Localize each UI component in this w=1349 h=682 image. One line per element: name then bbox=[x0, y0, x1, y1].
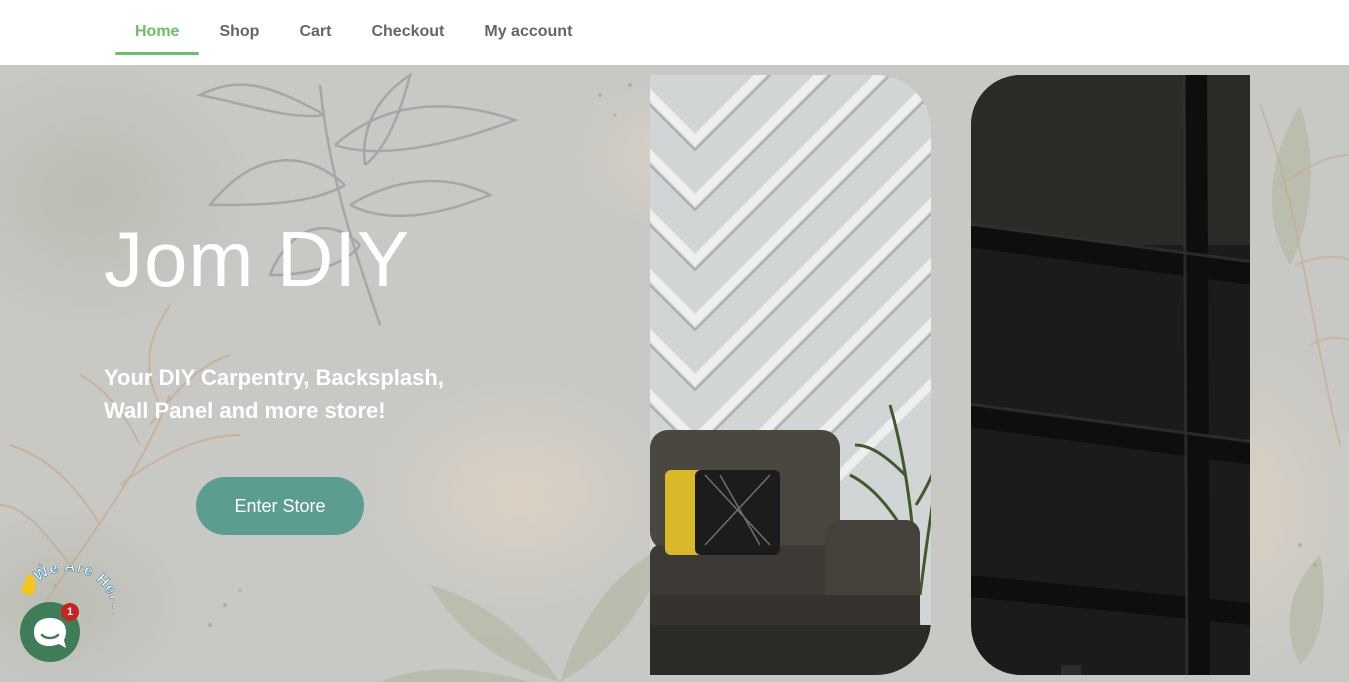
hero-image-chevron-wall bbox=[650, 75, 931, 675]
nav-my-account[interactable]: My account bbox=[464, 0, 592, 55]
hero-banner: Jom DIY Your DIY Carpentry, Backsplash, … bbox=[0, 65, 1349, 682]
waving-hand-icon bbox=[22, 575, 35, 595]
hero-image-dark-wall-panel bbox=[971, 75, 1250, 675]
chat-widget: We Are Here! 1 bbox=[14, 566, 114, 666]
dark-wall-panel-photo bbox=[971, 75, 1250, 675]
main-menu: Home Shop Cart Checkout My account bbox=[115, 0, 592, 65]
top-navigation-bar: Home Shop Cart Checkout My account bbox=[0, 0, 1349, 65]
chevron-wall-sofa-photo bbox=[650, 75, 931, 675]
nav-shop[interactable]: Shop bbox=[199, 0, 279, 55]
enter-store-button[interactable]: Enter Store bbox=[196, 477, 364, 535]
hero-title: Jom DIY bbox=[104, 215, 411, 303]
nav-cart[interactable]: Cart bbox=[279, 0, 351, 55]
nav-home[interactable]: Home bbox=[115, 0, 200, 55]
chat-notification-badge: 1 bbox=[61, 603, 79, 621]
nav-checkout[interactable]: Checkout bbox=[351, 0, 464, 55]
hero-subtitle: Your DIY Carpentry, Backsplash, Wall Pan… bbox=[104, 365, 444, 423]
